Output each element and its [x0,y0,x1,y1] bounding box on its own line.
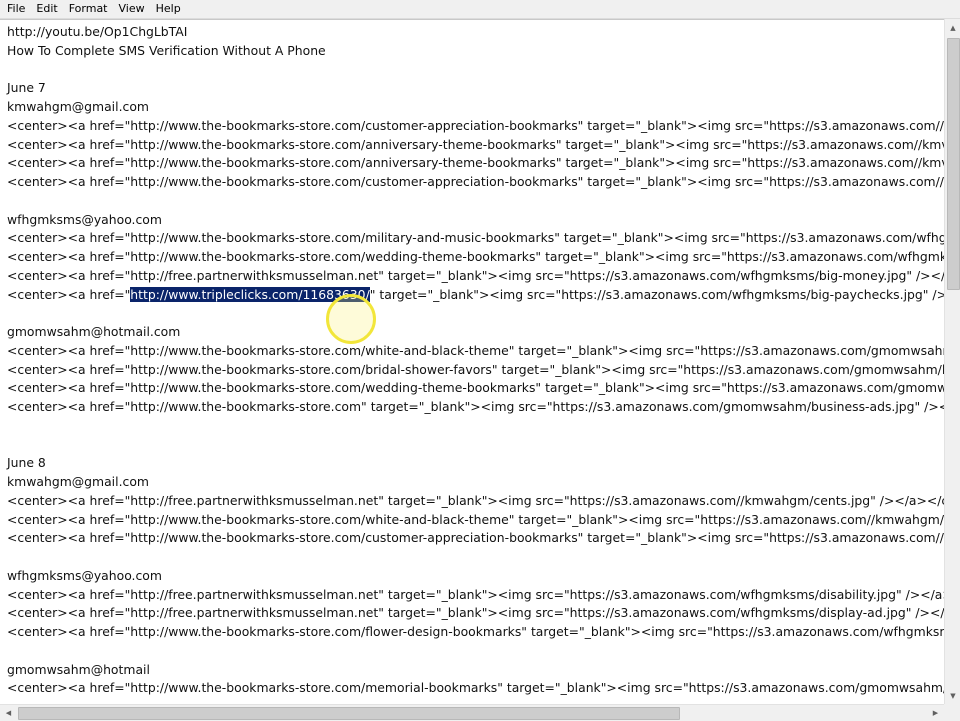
text-line[interactable]: <center><a href="http://www.the-bookmark… [7,511,944,530]
text-line[interactable]: <center><a href="http://free.partnerwith… [7,492,944,511]
scroll-left-icon[interactable]: ◀ [0,705,17,721]
text-line[interactable]: June 8 [7,454,944,473]
text-line[interactable]: <center><a href="http://www.the-bookmark… [7,248,944,267]
text-line[interactable]: kmwahgm@gmail.com [7,473,944,492]
text-line[interactable]: <center><a href="http://www.the-bookmark… [7,361,944,380]
text-line[interactable]: <center><a href="http://www.the-bookmark… [7,529,944,548]
blank-line[interactable] [7,436,944,455]
text-line[interactable]: gmomwsahm@hotmail.com [7,323,944,342]
text-line[interactable]: <center><a href="http://free.partnerwith… [7,586,944,605]
menu-view[interactable]: View [113,0,150,18]
vertical-scrollbar[interactable]: ▲ ▼ [944,19,960,704]
blank-line[interactable] [7,548,944,567]
blank-line[interactable] [7,61,944,80]
mouse-cursor-highlight [326,294,376,344]
text-line[interactable]: wfhgmksms@yahoo.com [7,211,944,230]
scroll-up-icon[interactable]: ▲ [945,19,960,36]
text-line[interactable]: <center><a href="http://www.the-bookmark… [7,117,944,136]
text-line[interactable]: <center><a href="http://www.the-bookmark… [7,398,944,417]
scrollbar-corner [944,704,960,720]
text-line[interactable]: June 7 [7,79,944,98]
text-line[interactable]: <center><a href="http://www.the-bookmark… [7,136,944,155]
text-line[interactable]: How To Complete SMS Verification Without… [7,42,944,61]
scroll-down-icon[interactable]: ▼ [945,687,960,704]
text-line[interactable]: <center><a href="http://www.the-bookmark… [7,229,944,248]
text-line[interactable]: wfhgmksms@yahoo.com [7,567,944,586]
horizontal-scrollbar[interactable]: ◀ ▶ [0,704,944,721]
text-line[interactable]: <center><a href="http://www.the-bookmark… [7,379,944,398]
text-line[interactable]: <center><a href="http://www.the-bookmark… [7,154,944,173]
text-line[interactable]: <center><a href="http://www.tripleclicks… [7,286,944,305]
blank-line[interactable] [7,192,944,211]
blank-line[interactable] [7,304,944,323]
blank-line[interactable] [7,417,944,436]
text-line[interactable]: <center><a href="http://free.partnerwith… [7,604,944,623]
text-line[interactable]: http://youtu.be/Op1ChgLbTAI [7,23,944,42]
menu-edit[interactable]: Edit [30,0,62,18]
text-line[interactable]: <center><a href="http://www.the-bookmark… [7,623,944,642]
text-editor-area[interactable]: http://youtu.be/Op1ChgLbTAI How To Comple… [0,19,944,705]
menu-format[interactable]: Format [63,0,113,18]
blank-line[interactable] [7,642,944,661]
text-line[interactable]: <center><a href="http://free.partnerwith… [7,267,944,286]
text-line[interactable]: <center><a href="http://www.the-bookmark… [7,342,944,361]
menu-help[interactable]: Help [150,0,186,18]
scroll-right-icon[interactable]: ▶ [927,705,944,721]
menu-bar: File Edit Format View Help [0,0,960,19]
horizontal-scroll-thumb[interactable] [18,707,680,720]
text-line[interactable]: kmwahgm@gmail.com [7,98,944,117]
document-text[interactable]: http://youtu.be/Op1ChgLbTAI How To Comple… [7,23,944,698]
text-line[interactable]: <center><a href="http://www.the-bookmark… [7,173,944,192]
menu-file[interactable]: File [0,0,30,18]
text-line[interactable]: gmomwsahm@hotmail [7,661,944,680]
text-line[interactable]: <center><a href="http://www.the-bookmark… [7,679,944,698]
vertical-scroll-thumb[interactable] [947,38,960,290]
